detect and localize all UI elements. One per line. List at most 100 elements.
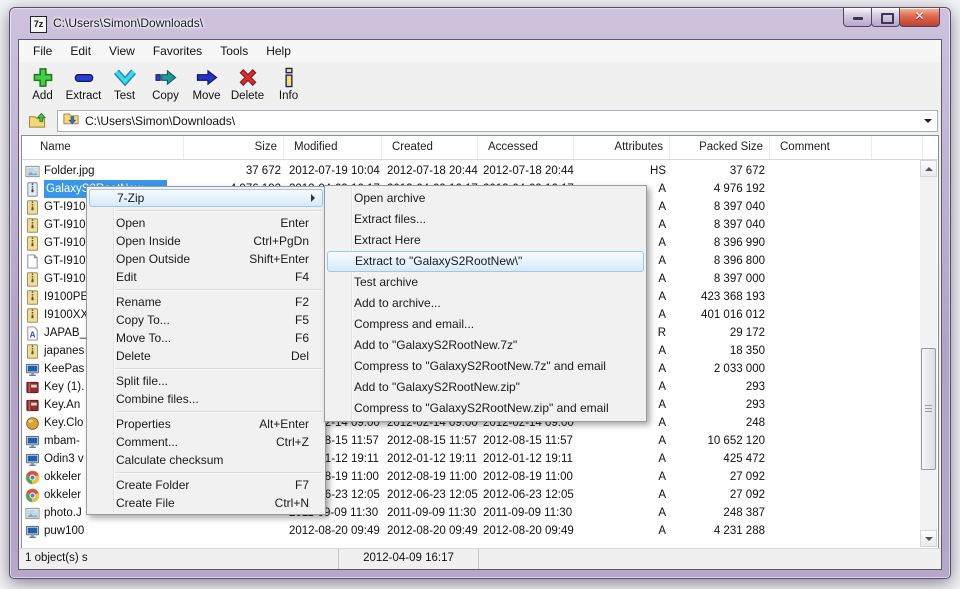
context-menu-item[interactable]: Open InsideCtrl+PgDn	[89, 232, 323, 250]
toolbar-button-copy[interactable]: Copy	[145, 63, 186, 105]
extract-minus-icon	[72, 67, 96, 89]
file-name-cell[interactable]: Folder.jpg	[25, 162, 183, 180]
toolbar-button-move[interactable]: Move	[186, 63, 227, 105]
toolbar-button-info[interactable]: Info	[268, 63, 309, 105]
file-name: japanes	[44, 342, 84, 360]
zip-archive-icon	[25, 344, 40, 359]
scroll-up-button[interactable]	[920, 160, 937, 177]
context-menu-item[interactable]: Create FolderF7	[89, 476, 323, 494]
status-date: 2012-04-09 16:17	[339, 549, 479, 569]
table-row[interactable]: puw1002012-08-20 09:492012-08-20 09:4920…	[23, 522, 920, 540]
packed-size-cell: 27 092	[673, 486, 765, 504]
attributes-cell: A	[575, 468, 666, 486]
menu-item-label: Add to "GalaxyS2RootNew.zip"	[354, 380, 520, 394]
column-header-accessed[interactable]: Accessed	[478, 136, 574, 159]
context-menu-item[interactable]: Comment...Ctrl+Z	[89, 433, 323, 451]
context-menu-item[interactable]: Combine files...	[89, 390, 323, 408]
attributes-cell: A	[575, 432, 666, 450]
submenu-item[interactable]: Add to "GalaxyS2RootNew.7z"	[327, 335, 644, 356]
context-menu-item[interactable]: DeleteDel	[89, 347, 323, 365]
column-header-size[interactable]: Size	[184, 136, 284, 159]
column-header-name[interactable]: Name	[22, 136, 184, 159]
accessed-cell: 2012-01-12 19:11	[483, 450, 578, 468]
column-header-comment[interactable]: Comment	[770, 136, 872, 159]
scrollbar-thumb[interactable]	[921, 348, 936, 470]
menubar: FileEditViewFavoritesToolsHelp	[19, 40, 941, 62]
context-menu-item[interactable]: Open OutsideShift+Enter	[89, 250, 323, 268]
column-header-packed-size[interactable]: Packed Size	[670, 136, 770, 159]
accessed-cell: 2012-07-18 20:44	[483, 162, 578, 180]
submenu-item[interactable]: Extract files...	[327, 209, 644, 230]
submenu-item[interactable]: Add to archive...	[327, 293, 644, 314]
menu-separator	[115, 289, 322, 290]
parent-folder-button[interactable]	[24, 109, 52, 133]
comment-cell	[776, 234, 866, 252]
toolbar-button-extract[interactable]: Extract	[63, 63, 104, 105]
scroll-up-icon	[925, 167, 933, 171]
close-button[interactable]: ✕	[899, 8, 940, 27]
context-menu-item[interactable]: Calculate checksum	[89, 451, 323, 469]
column-header-modified[interactable]: Modified	[284, 136, 382, 159]
toolbar-button-add[interactable]: Add	[22, 63, 63, 105]
column-header-row: NameSizeModifiedCreatedAccessedAttribute…	[22, 136, 938, 160]
column-header-attributes[interactable]: Attributes	[574, 136, 670, 159]
table-row[interactable]: Folder.jpg37 6722012-07-19 10:042012-07-…	[23, 162, 920, 180]
packed-size-cell: 4 976 192	[673, 180, 765, 198]
submenu-item[interactable]: Compress to "GalaxyS2RootNew.7z" and ema…	[327, 356, 644, 377]
menubar-item-edit[interactable]: Edit	[61, 40, 100, 62]
zip-archive-icon	[25, 290, 40, 305]
comment-cell	[776, 288, 866, 306]
menubar-item-favorites[interactable]: Favorites	[144, 40, 211, 62]
submenu-item[interactable]: Test archive	[327, 272, 644, 293]
context-menu-item[interactable]: Split file...	[89, 372, 323, 390]
file-name-cell[interactable]: puw100	[25, 522, 183, 540]
column-header-corner	[923, 136, 939, 159]
scroll-down-button[interactable]	[920, 530, 937, 547]
size-cell: 37 672	[185, 162, 281, 180]
sphere-icon	[25, 416, 40, 431]
toolbar: AddExtractTestCopyMoveDeleteInfo	[19, 62, 941, 106]
address-combobox[interactable]: C:\Users\Simon\Downloads\	[57, 110, 938, 132]
maximize-button[interactable]	[871, 8, 900, 27]
context-menu-item[interactable]: OpenEnter	[89, 214, 323, 232]
menubar-item-file[interactable]: File	[24, 40, 61, 62]
minimize-button[interactable]	[843, 8, 872, 27]
address-dropdown-button[interactable]	[919, 111, 937, 131]
context-menu-item[interactable]: Move To...F6	[89, 329, 323, 347]
submenu-item[interactable]: Extract Here	[327, 230, 644, 251]
accessed-cell: 2012-06-23 12:05	[483, 486, 578, 504]
comment-cell	[776, 396, 866, 414]
test-check-icon	[113, 67, 137, 89]
context-menu-item[interactable]: 7-Zip	[89, 189, 323, 207]
packed-size-cell: 2 033 000	[673, 360, 765, 378]
context-menu-item[interactable]: Create FileCtrl+N	[89, 494, 323, 512]
attributes-cell: A	[575, 522, 666, 540]
context-menu-item[interactable]: EditF4	[89, 268, 323, 286]
vertical-scrollbar[interactable]	[920, 160, 937, 547]
comment-cell	[776, 216, 866, 234]
menubar-item-help[interactable]: Help	[257, 40, 300, 62]
context-menu-item[interactable]: PropertiesAlt+Enter	[89, 415, 323, 433]
context-menu-item[interactable]: RenameF2	[89, 293, 323, 311]
submenu-item[interactable]: Open archive	[327, 188, 644, 209]
column-header-created[interactable]: Created	[382, 136, 478, 159]
menu-item-label: Combine files...	[116, 392, 199, 406]
titlebar[interactable]: 7z C:\Users\Simon\Downloads\ ✕	[10, 8, 950, 39]
menu-item-label: Copy To...	[116, 313, 170, 327]
submenu-item[interactable]: Compress to "GalaxyS2RootNew.zip" and em…	[327, 398, 644, 419]
menubar-item-view[interactable]: View	[100, 40, 144, 62]
file-name: GT-I910	[44, 198, 86, 216]
accessed-cell: 2012-08-15 11:57	[483, 432, 578, 450]
menubar-item-tools[interactable]: Tools	[211, 40, 257, 62]
submenu-item[interactable]: Compress and email...	[327, 314, 644, 335]
toolbar-button-test[interactable]: Test	[104, 63, 145, 105]
menu-item-label: Compress and email...	[354, 317, 474, 331]
submenu-item[interactable]: Extract to "GalaxyS2RootNew\"	[327, 251, 644, 272]
packed-size-cell: 8 397 000	[673, 270, 765, 288]
toolbar-button-delete[interactable]: Delete	[227, 63, 268, 105]
thumb-grip-icon	[925, 405, 932, 406]
submenu-item[interactable]: Add to "GalaxyS2RootNew.zip"	[327, 377, 644, 398]
context-menu-item[interactable]: Copy To...F5	[89, 311, 323, 329]
add-plus-icon	[31, 67, 55, 89]
7zip-app-icon: 7z	[30, 16, 47, 33]
